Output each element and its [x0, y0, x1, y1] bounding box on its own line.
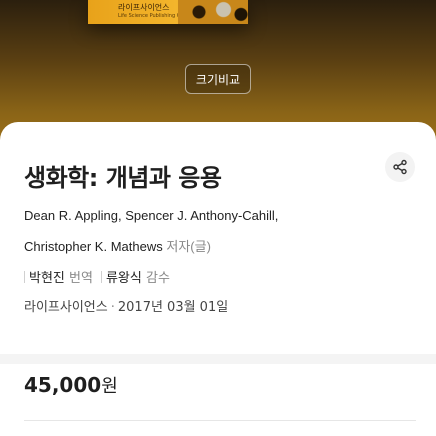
publisher-link[interactable]: 라이프사이언스	[24, 300, 108, 315]
divider-bar	[24, 271, 25, 283]
contributors-line: 박현진 번역 류왕식 감수	[24, 267, 170, 286]
divider-line	[24, 420, 416, 421]
section-divider	[0, 354, 436, 364]
translator-link[interactable]: 박현진	[29, 271, 65, 286]
author-separator: ,	[117, 208, 122, 223]
book-cover-image[interactable]: 라이프사이언스 Life Science Publishing Co.	[88, 0, 248, 24]
author-link[interactable]: Dean R. Appling	[24, 208, 118, 223]
price-amount: 45,000	[24, 373, 102, 397]
book-title: 생화학: 개념과 응용	[24, 164, 222, 192]
authors-line-1: Dean R. Appling, Spencer J. Anthony-Cahi…	[24, 208, 278, 223]
author-role: 저자(글)	[166, 239, 211, 254]
cover-publisher-text: 라이프사이언스	[118, 3, 170, 12]
size-compare-button[interactable]: 크기비교	[185, 64, 251, 94]
product-info-sheet: 생화학: 개념과 응용 Dean R. Appling, Spencer J. …	[0, 122, 436, 354]
dot-separator: ·	[110, 300, 115, 315]
cover-sub-text: Life Science Publishing Co.	[118, 13, 185, 19]
share-button[interactable]	[385, 152, 415, 182]
author-link[interactable]: Spencer J. Anthony-Cahill	[125, 208, 275, 223]
publisher-line: 라이프사이언스 · 2017년 03월 01일	[24, 296, 228, 315]
share-icon	[393, 159, 407, 175]
divider-bar	[100, 271, 102, 283]
author-separator: ,	[274, 208, 279, 223]
price-unit: 원	[101, 376, 118, 397]
price: 45,000원	[24, 372, 118, 398]
cover-artwork	[178, 0, 248, 24]
publish-date: 2017년 03월 01일	[117, 300, 229, 315]
translator-role: 번역	[69, 271, 93, 286]
author-link[interactable]: Christopher K. Mathews	[24, 239, 163, 254]
supervisor-role: 감수	[145, 271, 170, 286]
supervisor-link[interactable]: 류왕식	[106, 271, 142, 286]
authors-line-2: Christopher K. Mathews 저자(글)	[24, 236, 211, 255]
